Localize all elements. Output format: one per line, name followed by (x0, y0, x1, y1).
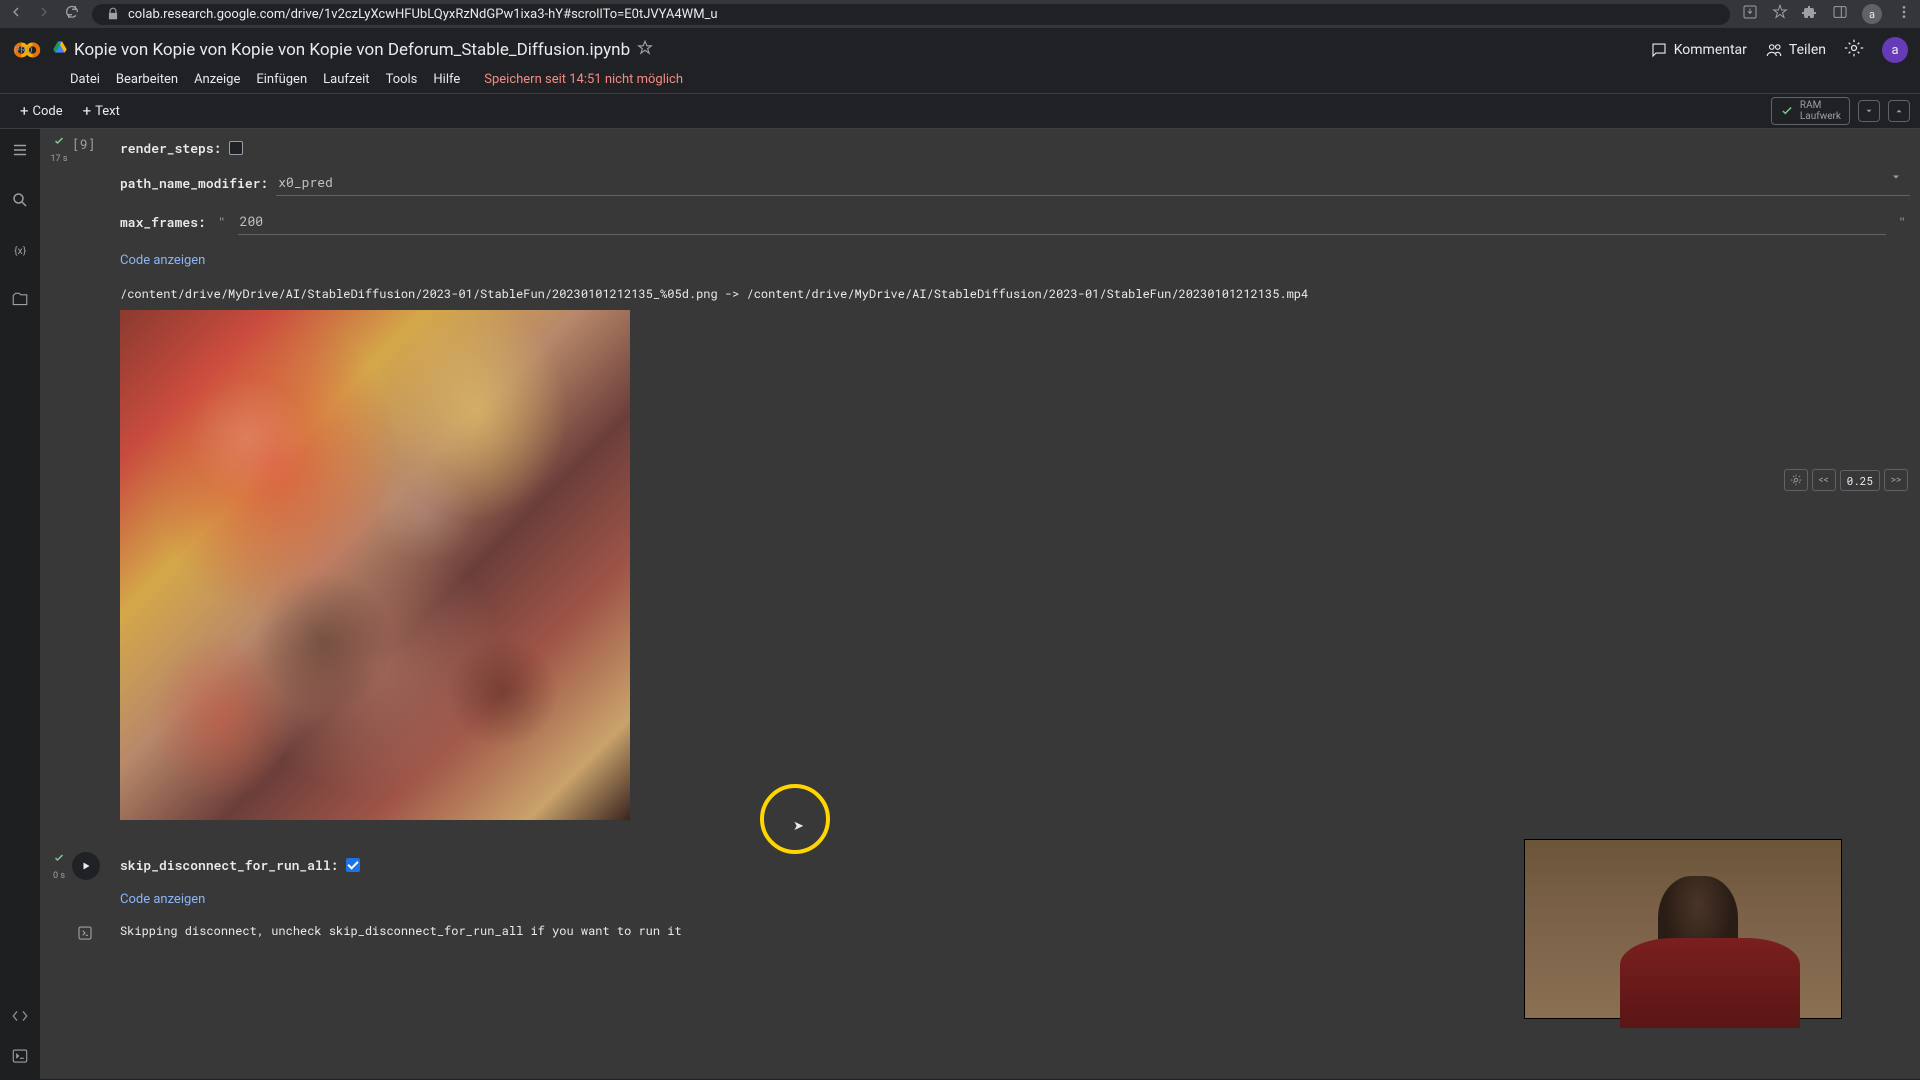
max-frames-input[interactable]: 200 (238, 208, 1887, 235)
collapse-button[interactable] (1888, 100, 1910, 122)
menu-help[interactable]: Hilfe (433, 72, 460, 87)
output-path-text: /content/drive/MyDrive/AI/StableDiffusio… (120, 276, 1910, 306)
pro-badge: PRO (14, 46, 33, 56)
terminal-icon[interactable] (11, 1047, 29, 1069)
menu-edit[interactable]: Bearbeiten (116, 72, 178, 87)
people-icon (1765, 41, 1783, 59)
browser-menu-icon[interactable] (1896, 4, 1912, 24)
toolbar: +Code +Text RAMLaufwerk (0, 93, 1920, 129)
execution-count: [9] (72, 135, 95, 153)
comment-button[interactable]: Kommentar (1650, 41, 1747, 59)
executed-check-icon (53, 135, 65, 151)
add-code-button[interactable]: +Code (10, 98, 73, 124)
executed-check-icon (53, 852, 65, 868)
install-icon[interactable] (1742, 4, 1758, 24)
document-title[interactable]: Kopie von Kopie von Kopie von Kopie von … (74, 40, 630, 60)
max-frames-label: max_frames: (120, 213, 206, 231)
panel-icon[interactable] (1832, 4, 1848, 24)
menu-insert[interactable]: Einfügen (256, 72, 307, 87)
skip-disconnect-checkbox[interactable] (346, 858, 360, 872)
reload-icon[interactable] (64, 4, 80, 24)
execution-time: 0 s (53, 871, 65, 881)
lock-icon (106, 7, 120, 21)
path-name-modifier-select[interactable]: x0_pred (276, 169, 1910, 196)
render-steps-checkbox[interactable] (229, 141, 243, 155)
browser-bar: colab.research.google.com/drive/1v2czLyX… (0, 0, 1920, 28)
comment-icon (1650, 41, 1668, 59)
zoom-out-button[interactable]: << (1812, 469, 1836, 491)
zoom-in-button[interactable]: >> (1884, 469, 1908, 491)
output-gutter (50, 923, 120, 943)
path-name-modifier-label: path_name_modifier: (120, 174, 268, 192)
show-code-link[interactable]: Code anzeigen (120, 241, 1910, 276)
star-icon[interactable] (1772, 4, 1788, 24)
output-settings-button[interactable] (1784, 469, 1808, 491)
url-text: colab.research.google.com/drive/1v2czLyX… (128, 7, 718, 22)
svg-text:{x}: {x} (14, 244, 27, 257)
code-snippets-icon[interactable] (11, 1007, 29, 1029)
execution-time: 17 s (51, 154, 68, 164)
left-sidebar: {x} (0, 129, 40, 1079)
menu-tools[interactable]: Tools (386, 72, 418, 87)
runtime-status[interactable]: RAMLaufwerk (1771, 97, 1850, 125)
settings-icon[interactable] (1844, 38, 1864, 62)
run-cell-button[interactable] (72, 852, 100, 880)
zoom-value: 0.25 (1840, 470, 1880, 491)
url-bar[interactable]: colab.research.google.com/drive/1v2czLyX… (92, 4, 1730, 25)
menu-view[interactable]: Anzeige (194, 72, 240, 87)
menu-file[interactable]: Datei (70, 72, 100, 87)
drive-icon (52, 40, 68, 61)
share-button[interactable]: Teilen (1765, 41, 1826, 59)
colab-header: Kopie von Kopie von Kopie von Kopie von … (0, 28, 1920, 72)
extensions-icon[interactable] (1802, 4, 1818, 24)
browser-profile[interactable]: a (1862, 4, 1882, 24)
notebook-area[interactable]: 17 s [9] render_steps: path_name_modifie… (40, 129, 1920, 1079)
menu-runtime[interactable]: Laufzeit (323, 72, 369, 87)
output-indicator-icon (76, 924, 94, 942)
code-cell-1: 17 s [9] render_steps: path_name_modifie… (40, 129, 1920, 824)
save-warning: Speichern seit 14:51 nicht möglich (484, 72, 683, 87)
forward-icon[interactable] (36, 4, 52, 24)
render-steps-label: render_steps: (120, 139, 221, 157)
check-icon (1780, 104, 1794, 118)
search-icon[interactable] (11, 191, 29, 213)
runtime-options-button[interactable] (1858, 100, 1880, 122)
webcam-overlay (1524, 839, 1842, 1019)
skip-disconnect-label: skip_disconnect_for_run_all: (120, 856, 338, 874)
menu-bar: Datei Bearbeiten Anzeige Einfügen Laufze… (0, 72, 1920, 93)
user-avatar[interactable]: a (1882, 37, 1908, 63)
files-icon[interactable] (11, 291, 29, 313)
back-icon[interactable] (8, 4, 24, 24)
output-controls: << 0.25 >> (1784, 469, 1908, 491)
variables-icon[interactable]: {x} (11, 241, 29, 263)
output-image (120, 310, 630, 820)
toc-icon[interactable] (11, 141, 29, 163)
add-text-button[interactable]: +Text (73, 98, 130, 124)
star-icon[interactable] (636, 39, 654, 62)
chevron-down-icon (1890, 171, 1902, 187)
